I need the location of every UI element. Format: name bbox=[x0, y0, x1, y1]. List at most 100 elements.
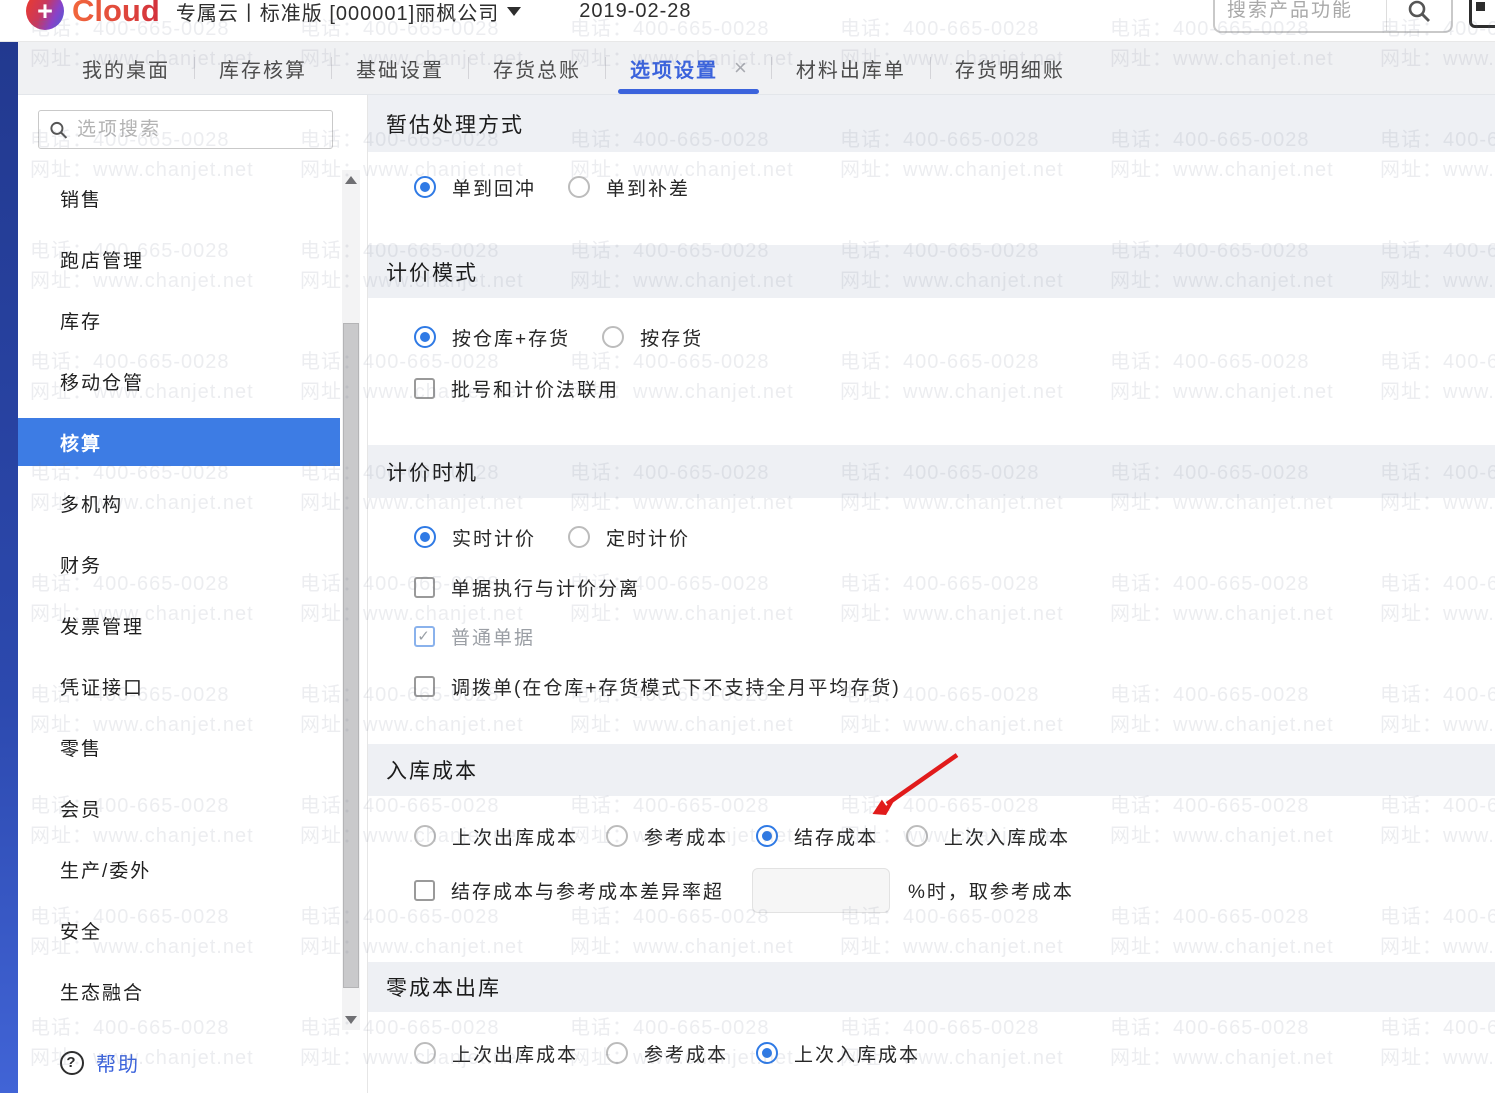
checkbox-icon[interactable] bbox=[414, 377, 435, 399]
checkbox-option[interactable]: 单据执行与计价分离 bbox=[414, 574, 640, 601]
tab-my-desktop[interactable]: 我的桌面 bbox=[58, 42, 194, 94]
sidebar-item-sales[interactable]: 销售 bbox=[18, 168, 340, 229]
search-button[interactable] bbox=[1387, 0, 1451, 31]
sidebar-item-inventory[interactable]: 库存 bbox=[18, 290, 340, 351]
transfer-doc-row: 调拨单(在仓库+存货模式下不支持全月平均存货) bbox=[414, 666, 901, 706]
sidebar-item-voucher-interface[interactable]: 凭证接口 bbox=[18, 656, 340, 717]
pricing-mode-options: 按仓库+存货 按存货 bbox=[414, 317, 703, 357]
checkbox-icon[interactable] bbox=[414, 879, 435, 901]
top-header-bar: Cloud 专属云丨标准版 [000001]丽枫公司 2019-02-28 bbox=[0, 0, 1495, 42]
threshold-input[interactable] bbox=[752, 867, 891, 913]
option-search-input[interactable] bbox=[77, 118, 322, 141]
sidebar-item-mobile-warehouse[interactable]: 移动仓管 bbox=[18, 351, 340, 412]
radio-option[interactable]: 按仓库+存货 bbox=[414, 324, 570, 351]
radio-icon[interactable] bbox=[906, 825, 929, 847]
scrollbar-thumb[interactable] bbox=[343, 323, 359, 988]
radio-icon[interactable] bbox=[756, 825, 779, 847]
radio-option[interactable]: 上次入库成本 bbox=[756, 1040, 920, 1067]
tab-bar: 我的桌面 库存核算 基础设置 存货总账 选项设置 × 材料出库单 存货明细账 bbox=[18, 42, 1495, 95]
radio-icon[interactable] bbox=[414, 825, 436, 847]
global-search-input[interactable] bbox=[1227, 0, 1386, 22]
scroll-up-arrow-icon[interactable] bbox=[342, 172, 360, 188]
radio-icon[interactable] bbox=[606, 1042, 629, 1064]
business-date: 2019-02-28 bbox=[579, 0, 692, 22]
radio-icon[interactable] bbox=[414, 176, 436, 198]
inbound-cost-options: 上次出库成本 参考成本 结存成本 上次入库成本 bbox=[414, 816, 1070, 856]
tab-stock-ledger[interactable]: 存货总账 bbox=[469, 42, 605, 94]
logo-text: Cloud bbox=[72, 0, 160, 29]
tab-inventory-accounting[interactable]: 库存核算 bbox=[195, 42, 331, 94]
checkbox-option[interactable]: 结存成本与参考成本差异率超 bbox=[414, 877, 724, 904]
tab-basic-settings[interactable]: 基础设置 bbox=[332, 42, 468, 94]
radio-icon[interactable] bbox=[606, 825, 629, 847]
radio-icon[interactable] bbox=[568, 526, 591, 548]
checkbox-checked-icon bbox=[414, 625, 435, 647]
batch-pricing-link-row: 批号和计价法联用 bbox=[414, 368, 619, 408]
sidebar-item-multi-org[interactable]: 多机构 bbox=[18, 473, 340, 534]
radio-option[interactable]: 定时计价 bbox=[568, 524, 690, 551]
options-sidebar: 销售 跑店管理 库存 移动仓管 核算 多机构 财务 发票管理 凭证接口 零售 会… bbox=[18, 95, 368, 1093]
normal-doc-row: 普通单据 bbox=[414, 616, 535, 656]
sidebar-item-store-mgmt[interactable]: 跑店管理 bbox=[18, 229, 340, 290]
radio-icon[interactable] bbox=[568, 176, 591, 198]
radio-option[interactable]: 上次出库成本 bbox=[414, 823, 578, 850]
sidebar-item-security[interactable]: 安全 bbox=[18, 900, 340, 961]
checkbox-option-disabled: 普通单据 bbox=[414, 623, 535, 650]
radio-option[interactable]: 实时计价 bbox=[414, 524, 536, 551]
pricing-timing-options: 实时计价 定时计价 bbox=[414, 517, 690, 557]
radio-icon[interactable] bbox=[756, 1042, 779, 1064]
search-icon bbox=[50, 121, 68, 139]
help-link[interactable]: ? 帮助 bbox=[60, 1048, 140, 1077]
cost-diff-threshold-row: 结存成本与参考成本差异率超 %时，取参考成本 bbox=[414, 867, 1074, 913]
sidebar-category-list: 销售 跑店管理 库存 移动仓管 核算 多机构 财务 发票管理 凭证接口 零售 会… bbox=[18, 168, 340, 1022]
sidebar-item-retail[interactable]: 零售 bbox=[18, 717, 340, 778]
left-nav-strip bbox=[0, 42, 18, 1093]
section-header-pricing-mode: 计价模式 bbox=[368, 245, 1495, 298]
checkbox-option[interactable]: 调拨单(在仓库+存货模式下不支持全月平均存货) bbox=[414, 673, 901, 700]
search-icon bbox=[1408, 0, 1430, 22]
radio-option[interactable]: 上次入库成本 bbox=[906, 823, 1070, 850]
checkbox-option[interactable]: 批号和计价法联用 bbox=[414, 375, 619, 402]
close-tab-icon[interactable]: × bbox=[734, 55, 747, 81]
question-mark-icon: ? bbox=[60, 1050, 84, 1075]
sidebar-item-production-outsourcing[interactable]: 生产/委外 bbox=[18, 839, 340, 900]
sidebar-scrollbar[interactable] bbox=[342, 170, 360, 1030]
help-label: 帮助 bbox=[96, 1054, 140, 1076]
company-selector[interactable]: 专属云丨标准版 [000001]丽枫公司 bbox=[175, 0, 522, 26]
estimate-handling-options: 单到回冲 单到补差 bbox=[414, 167, 690, 207]
radio-option[interactable]: 参考成本 bbox=[606, 1040, 728, 1067]
sidebar-item-membership[interactable]: 会员 bbox=[18, 778, 340, 839]
checkbox-icon[interactable] bbox=[414, 675, 435, 697]
radio-icon[interactable] bbox=[414, 526, 436, 548]
section-header-zero-cost-issue: 零成本出库 bbox=[368, 962, 1495, 1012]
sidebar-item-eco-integration[interactable]: 生态融合 bbox=[18, 961, 340, 1022]
checkbox-icon[interactable] bbox=[414, 576, 435, 598]
chevron-down-icon bbox=[507, 6, 522, 16]
tab-material-issue-doc[interactable]: 材料出库单 bbox=[772, 42, 930, 94]
radio-option[interactable]: 单到回冲 bbox=[414, 174, 536, 201]
radio-icon[interactable] bbox=[414, 1042, 436, 1064]
tab-option-settings[interactable]: 选项设置 × bbox=[606, 42, 771, 94]
option-settings-panel: 暂估处理方式 单到回冲 单到补差 计价模式 按仓库+存货 按存货 批号和计价法联… bbox=[368, 95, 1495, 1093]
radio-icon[interactable] bbox=[602, 326, 625, 348]
radio-icon[interactable] bbox=[414, 326, 436, 348]
threshold-suffix-label: %时，取参考成本 bbox=[908, 881, 1074, 903]
app-grid-icon[interactable] bbox=[1469, 0, 1495, 28]
tab-stock-detail-ledger[interactable]: 存货明细账 bbox=[931, 42, 1089, 94]
sidebar-item-invoice-mgmt[interactable]: 发票管理 bbox=[18, 595, 340, 656]
radio-option[interactable]: 上次出库成本 bbox=[414, 1040, 578, 1067]
scroll-down-arrow-icon[interactable] bbox=[342, 1012, 360, 1028]
sidebar-item-finance[interactable]: 财务 bbox=[18, 534, 340, 595]
radio-option[interactable]: 按存货 bbox=[602, 324, 703, 351]
section-header-inbound-cost: 入库成本 bbox=[368, 744, 1495, 796]
section-header-estimate-handling: 暂估处理方式 bbox=[368, 95, 1495, 152]
global-search-box[interactable] bbox=[1213, 0, 1453, 33]
company-name: 专属云丨标准版 [000001]丽枫公司 bbox=[175, 2, 500, 25]
doc-exec-pricing-separate-row: 单据执行与计价分离 bbox=[414, 567, 640, 607]
radio-option-balance-cost[interactable]: 结存成本 bbox=[756, 823, 878, 850]
section-header-pricing-timing: 计价时机 bbox=[368, 445, 1495, 498]
option-search-box[interactable] bbox=[38, 110, 333, 149]
radio-option[interactable]: 参考成本 bbox=[606, 823, 728, 850]
sidebar-item-accounting[interactable]: 核算 bbox=[18, 418, 340, 466]
radio-option[interactable]: 单到补差 bbox=[568, 174, 690, 201]
